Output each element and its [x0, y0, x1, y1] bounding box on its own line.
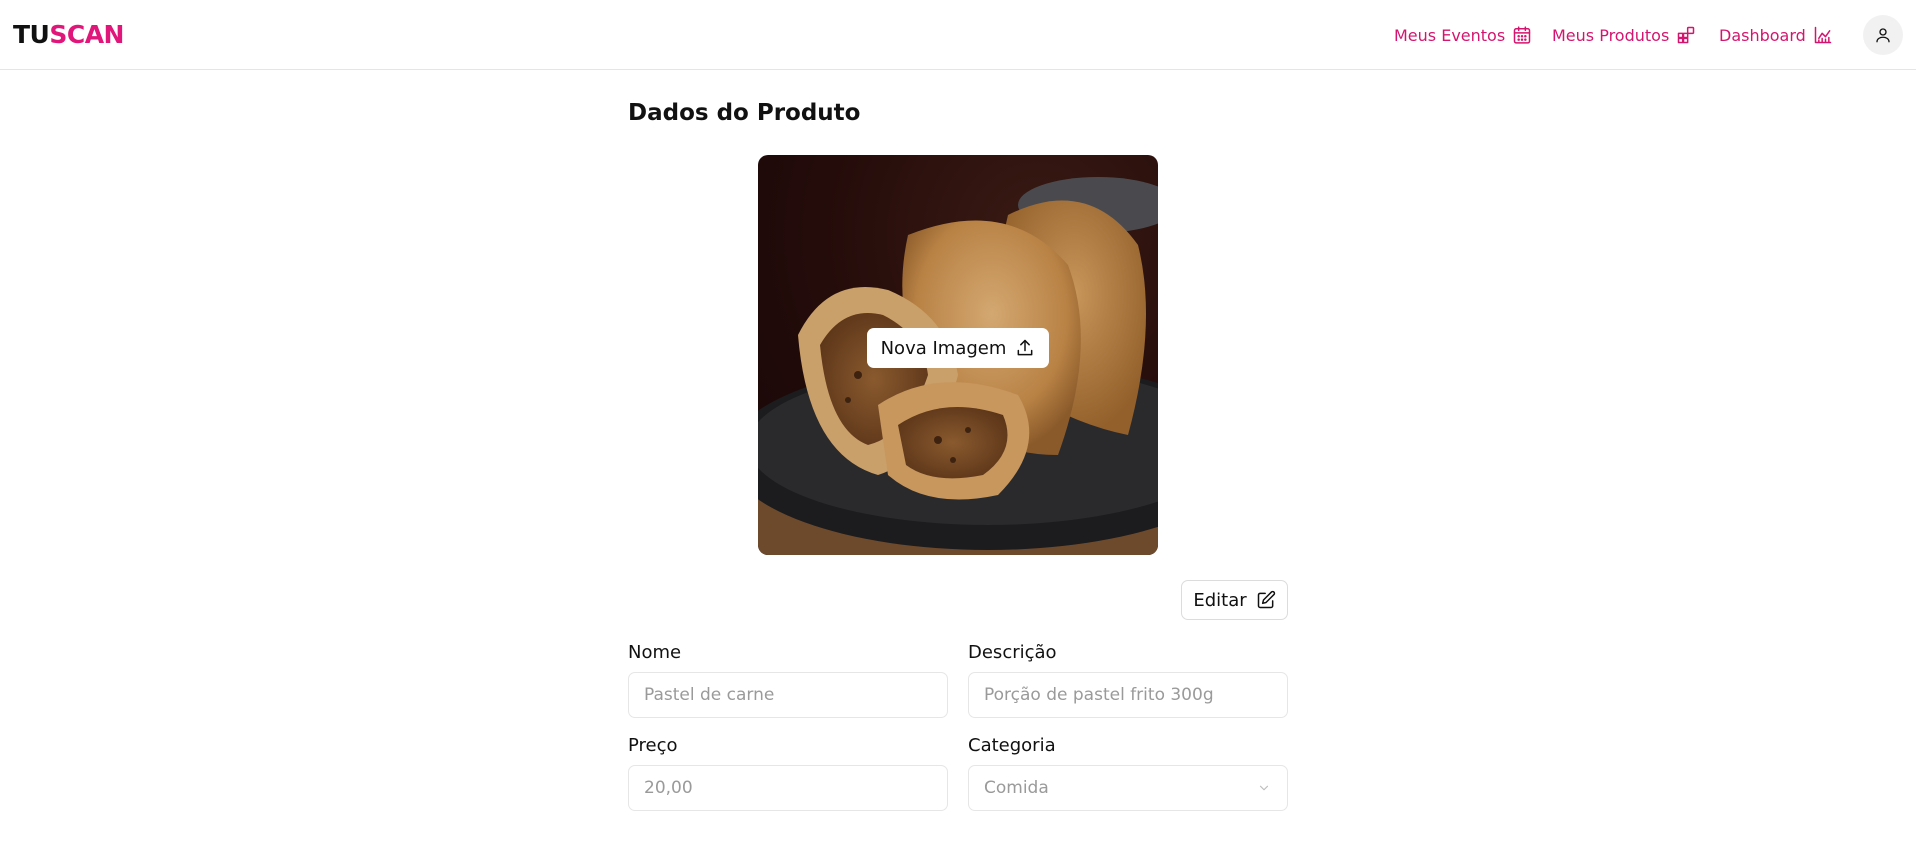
description-value: Porção de pastel frito 300g [984, 685, 1214, 705]
name-field[interactable]: Pastel de carne [628, 672, 948, 718]
logo-part-2: SCAN [49, 20, 124, 49]
name-label: Nome [628, 642, 682, 663]
chart-icon [1814, 26, 1832, 44]
logo[interactable]: TUSCAN [13, 20, 124, 50]
product-image: Nova Imagem [758, 155, 1158, 555]
price-field[interactable]: 20,00 [628, 765, 948, 811]
top-header: TUSCAN Meus Eventos Meus Produtos Dashbo… [0, 0, 1916, 70]
category-value: Comida [984, 778, 1049, 798]
edit-icon [1257, 590, 1275, 609]
new-image-button[interactable]: Nova Imagem [867, 328, 1049, 368]
category-select[interactable]: Comida [968, 765, 1288, 811]
upload-icon [1017, 339, 1033, 356]
nav-meus-produtos[interactable]: Meus Produtos [1552, 0, 1696, 70]
nav-dashboard[interactable]: Dashboard [1719, 0, 1833, 70]
description-field[interactable]: Porção de pastel frito 300g [968, 672, 1288, 718]
chevron-down-icon [1259, 785, 1269, 791]
new-image-label: Nova Imagem [880, 337, 1007, 359]
name-value: Pastel de carne [644, 685, 775, 705]
edit-button[interactable]: Editar [1181, 580, 1288, 620]
logo-part-1: TU [13, 20, 50, 49]
price-value: 20,00 [644, 778, 693, 798]
nav-dashboard-label: Dashboard [1719, 25, 1806, 45]
category-label: Categoria [968, 735, 1056, 756]
description-label: Descrição [968, 642, 1057, 663]
nav-meus-produtos-label: Meus Produtos [1552, 25, 1670, 45]
grid-plus-icon [1678, 26, 1695, 44]
user-avatar-button[interactable] [1863, 15, 1903, 55]
calendar-icon [1513, 26, 1531, 44]
page-title: Dados do Produto [628, 100, 861, 126]
user-icon [1876, 28, 1890, 43]
nav-meus-eventos[interactable]: Meus Eventos [1394, 0, 1532, 70]
nav-meus-eventos-label: Meus Eventos [1394, 25, 1506, 45]
edit-button-label: Editar [1193, 589, 1247, 611]
price-label: Preço [628, 735, 678, 756]
